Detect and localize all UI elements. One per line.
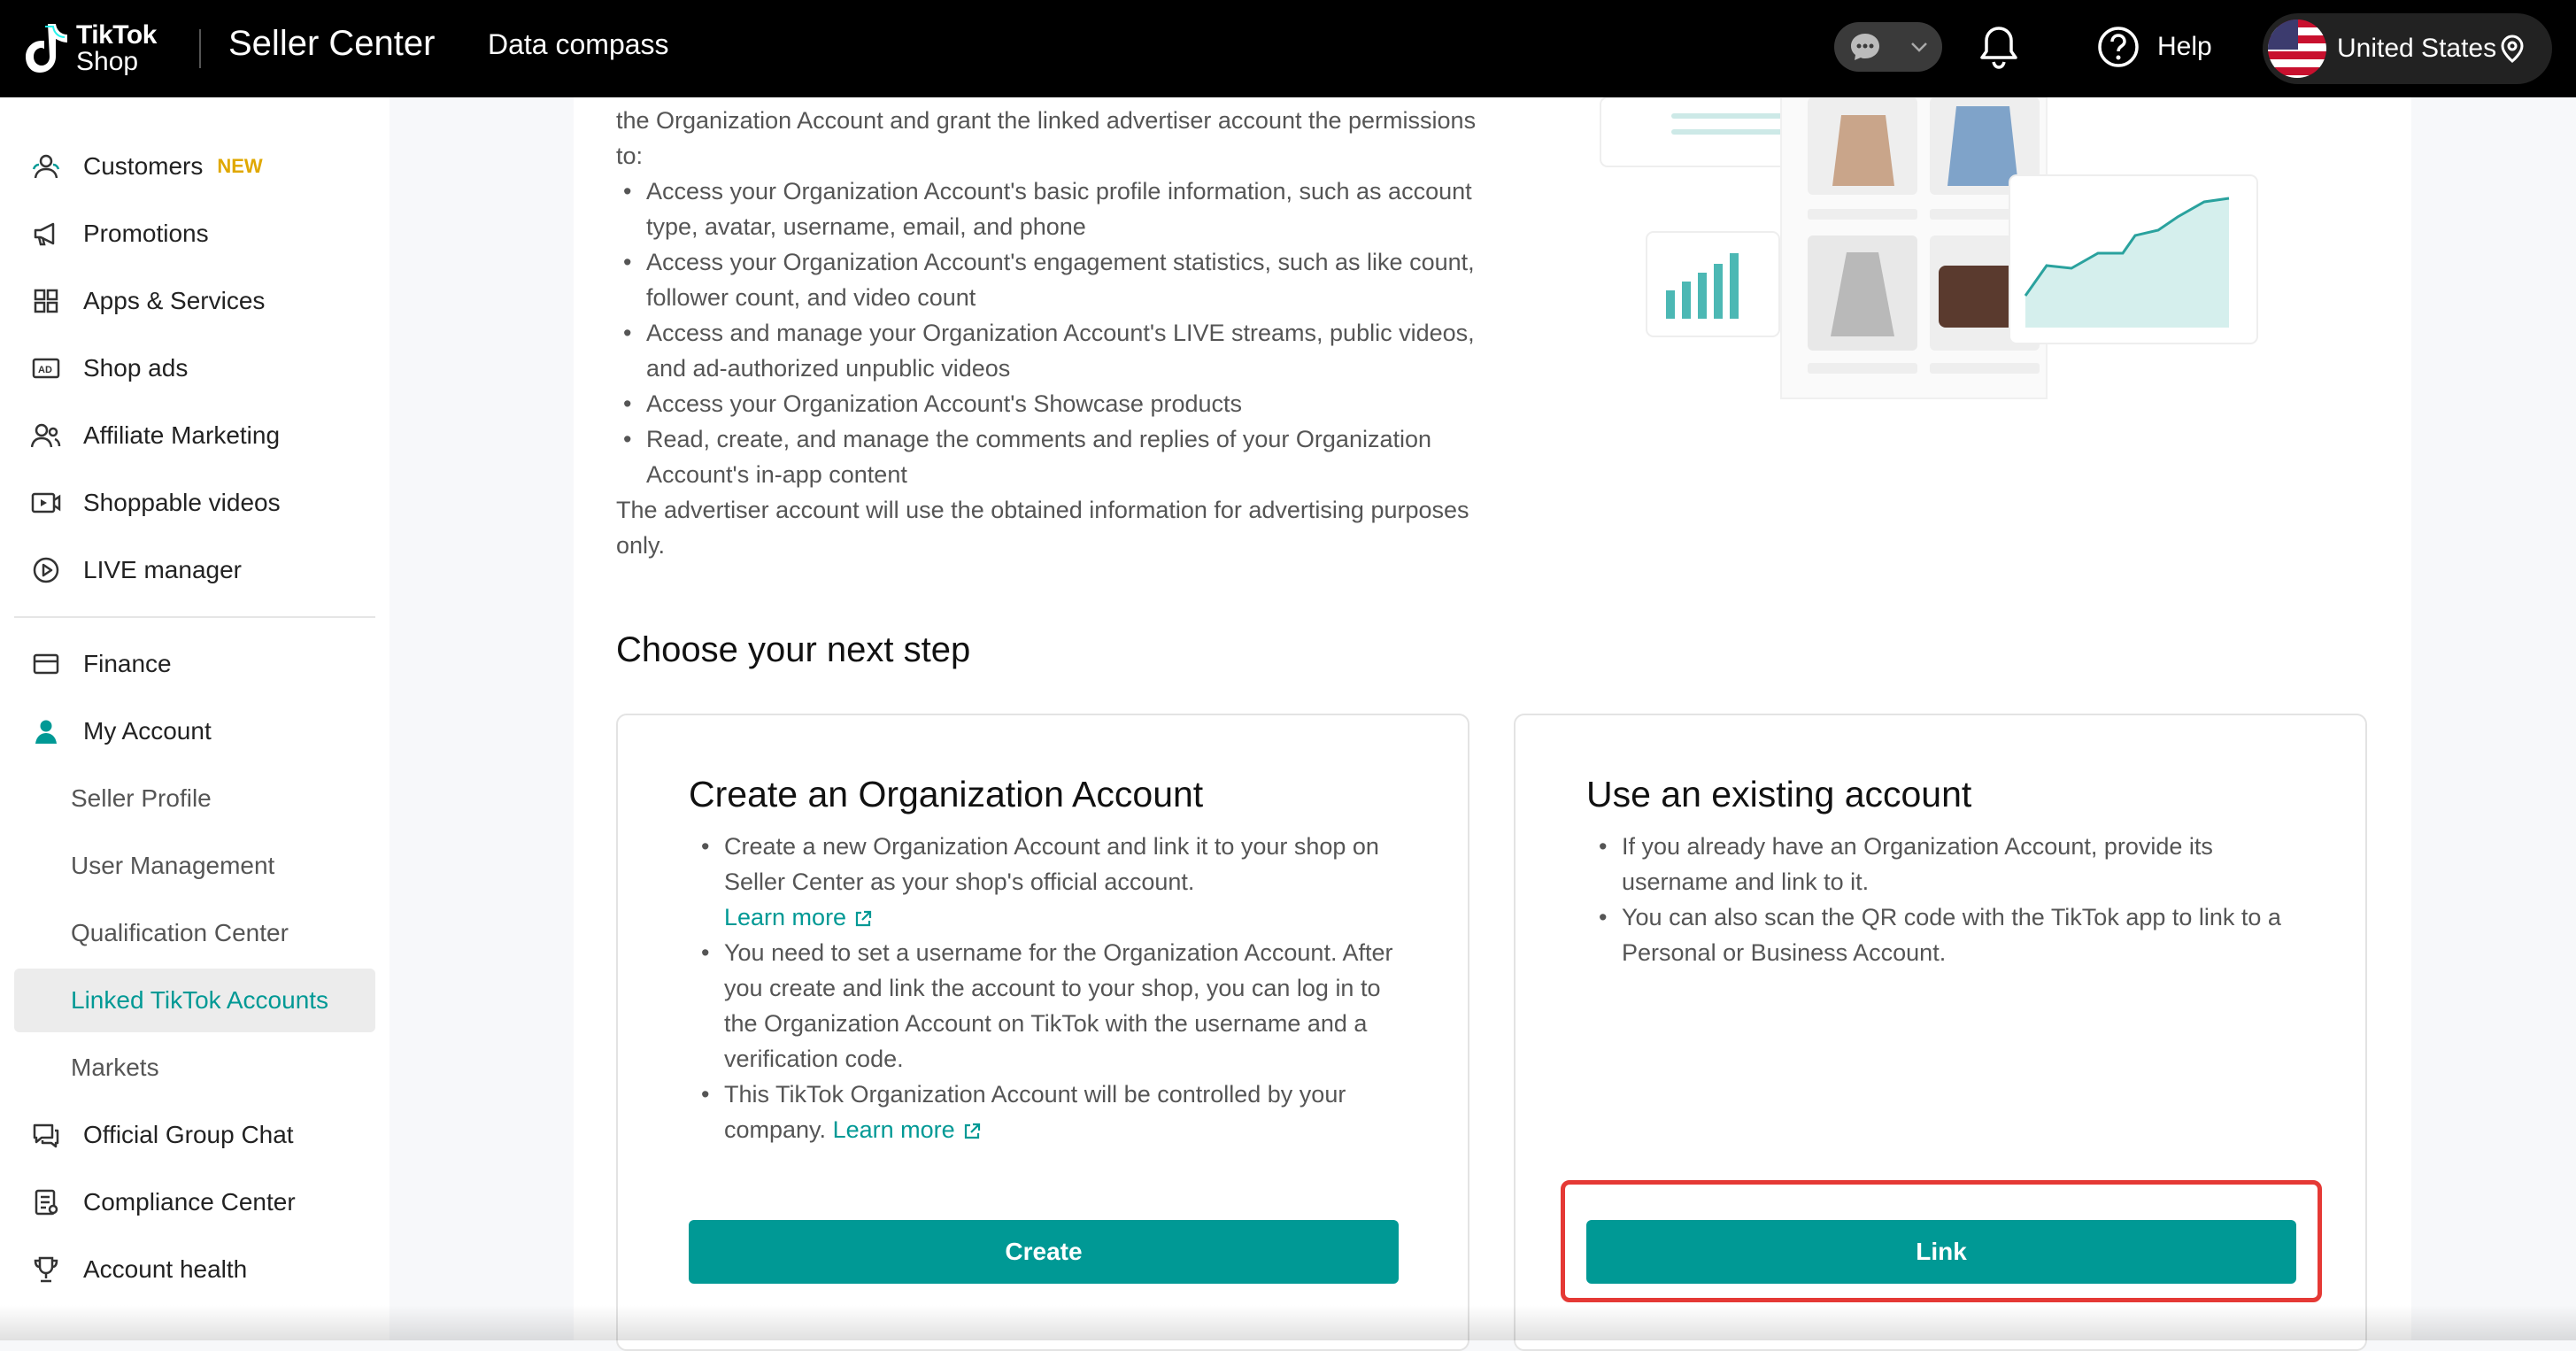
sidebar-item-my-account[interactable]: My Account	[14, 699, 375, 763]
header-divider	[199, 29, 201, 68]
permission-item: Read, create, and manage the comments an…	[623, 421, 1492, 492]
sidebar-item-promotions[interactable]: Promotions	[14, 202, 375, 266]
permissions-intro: the Organization Account and grant the l…	[616, 107, 1477, 169]
card-bullet: If you already have an Organization Acco…	[1599, 829, 2312, 899]
permissions-outro: The advertiser account will use the obta…	[616, 497, 1469, 559]
sidebar: Customers NEW Promotions Apps & Services…	[0, 97, 389, 1340]
permission-item: Access and manage your Organization Acco…	[623, 315, 1492, 386]
sidebar-item-label: Promotions	[83, 220, 209, 247]
card-bullet: Create a new Organization Account and li…	[701, 829, 1415, 935]
wallet-icon	[28, 646, 64, 682]
sidebar-item-label: Compliance Center	[83, 1188, 296, 1216]
affiliate-icon	[28, 418, 64, 453]
help-label: Help	[2157, 32, 2212, 61]
sidebar-item-label: Account health	[83, 1255, 248, 1283]
sidebar-item-label: Shoppable videos	[83, 489, 281, 516]
permission-item: Access your Organization Account's basic…	[623, 174, 1492, 244]
region-selector[interactable]: United States	[2263, 13, 2552, 84]
card-title: Use an existing account	[1586, 774, 1972, 814]
sidebar-item-account-health[interactable]: Account health	[14, 1238, 375, 1301]
sidebar-item-customers[interactable]: Customers NEW	[14, 135, 375, 198]
svg-text:AD: AD	[38, 365, 52, 375]
sidebar-item-linked-tiktok-accounts[interactable]: Linked TikTok Accounts	[14, 969, 375, 1032]
card-bullet: This TikTok Organization Account will be…	[701, 1077, 1415, 1147]
group-chat-icon	[28, 1117, 64, 1153]
video-icon	[28, 485, 64, 521]
ad-icon: AD	[28, 351, 64, 386]
sidebar-item-compliance-center[interactable]: Compliance Center	[14, 1170, 375, 1234]
sidebar-item-label: User Management	[71, 852, 275, 879]
sidebar-item-official-group-chat[interactable]: Official Group Chat	[14, 1103, 375, 1167]
permissions-description: the Organization Account and grant the l…	[616, 103, 1492, 563]
megaphone-icon	[28, 216, 64, 251]
question-circle-icon	[2098, 27, 2139, 67]
card-description: Create a new Organization Account and li…	[689, 829, 1415, 1147]
trophy-icon	[28, 1252, 64, 1287]
sidebar-item-apps-services[interactable]: Apps & Services	[14, 269, 375, 333]
card-description: If you already have an Organization Acco…	[1586, 829, 2312, 970]
permissions-list: Access your Organization Account's basic…	[616, 174, 1492, 492]
compliance-icon	[28, 1185, 64, 1220]
region-label: United States	[2337, 34, 2497, 63]
seller-center-title[interactable]: Seller Center	[228, 24, 435, 64]
sidebar-item-affiliate-marketing[interactable]: Affiliate Marketing	[14, 404, 375, 467]
sidebar-item-label: My Account	[83, 717, 212, 745]
logo-line-2: Shop	[76, 47, 139, 76]
sidebar-item-label: Customers	[83, 152, 204, 180]
learn-more-link[interactable]: Learn more	[833, 1116, 982, 1143]
sidebar-item-finance[interactable]: Finance	[14, 632, 375, 696]
sidebar-item-shoppable-videos[interactable]: Shoppable videos	[14, 471, 375, 535]
card-title: Create an Organization Account	[689, 774, 1204, 814]
new-badge: NEW	[217, 155, 263, 177]
customers-icon	[28, 149, 64, 184]
sidebar-item-label: Affiliate Marketing	[83, 421, 281, 449]
create-account-card: Create an Organization Account Create a …	[616, 714, 1469, 1351]
external-link-icon	[855, 910, 872, 926]
apps-grid-icon	[28, 283, 64, 319]
sidebar-item-label: Linked TikTok Accounts	[71, 986, 329, 1014]
notification-bell-button[interactable]	[1978, 25, 2019, 75]
sidebar-item-user-management[interactable]: User Management	[14, 834, 375, 898]
sidebar-item-shop-ads[interactable]: AD Shop ads	[14, 336, 375, 400]
tiktok-logo-icon	[26, 24, 67, 73]
link-button-highlight	[1561, 1180, 2322, 1302]
card-bullet: You need to set a username for the Organ…	[701, 935, 1415, 1077]
learn-more-link[interactable]: Learn more	[724, 904, 873, 930]
sidebar-item-label: Finance	[83, 650, 172, 677]
sidebar-item-label: Shop ads	[83, 354, 189, 382]
live-icon	[28, 552, 64, 588]
sidebar-item-markets[interactable]: Markets	[14, 1036, 375, 1100]
sidebar-item-label: Qualification Center	[71, 919, 289, 946]
sidebar-item-live-manager[interactable]: LIVE manager	[14, 538, 375, 602]
sidebar-divider	[14, 616, 375, 618]
sidebar-item-seller-profile[interactable]: Seller Profile	[14, 767, 375, 830]
chevron-down-icon	[1911, 42, 1927, 52]
chat-dropdown-button[interactable]	[1834, 22, 1942, 72]
external-link-icon	[964, 1123, 980, 1139]
sidebar-item-label: Markets	[71, 1054, 159, 1081]
chat-bubble-icon	[1851, 34, 1879, 60]
top-bar: TikTok Shop Seller Center Data compass H…	[0, 0, 2576, 97]
tiktok-shop-logo[interactable]: TikTok Shop	[25, 14, 157, 83]
help-button[interactable]: Help	[2097, 26, 2212, 68]
sidebar-item-label: Seller Profile	[71, 784, 212, 812]
sidebar-item-label: LIVE manager	[83, 556, 242, 583]
location-pin-icon	[2501, 35, 2524, 63]
card-bullet: You can also scan the QR code with the T…	[1599, 899, 2312, 970]
permission-item: Access your Organization Account's Showc…	[623, 386, 1492, 421]
sidebar-item-label: Official Group Chat	[83, 1121, 294, 1148]
us-flag-icon	[2268, 19, 2326, 78]
bottom-shadow	[0, 1305, 2576, 1340]
bell-icon	[1980, 27, 2017, 69]
data-compass-link[interactable]: Data compass	[488, 28, 669, 61]
shop-analytics-illustration	[1600, 97, 2258, 399]
user-icon	[28, 714, 64, 749]
logo-line-1: TikTok	[76, 20, 157, 50]
sidebar-item-qualification-center[interactable]: Qualification Center	[14, 901, 375, 965]
sidebar-item-label: Apps & Services	[83, 287, 266, 314]
permission-item: Access your Organization Account's engag…	[623, 244, 1492, 315]
create-button[interactable]: Create	[689, 1220, 1399, 1284]
next-step-heading: Choose your next step	[616, 630, 971, 669]
